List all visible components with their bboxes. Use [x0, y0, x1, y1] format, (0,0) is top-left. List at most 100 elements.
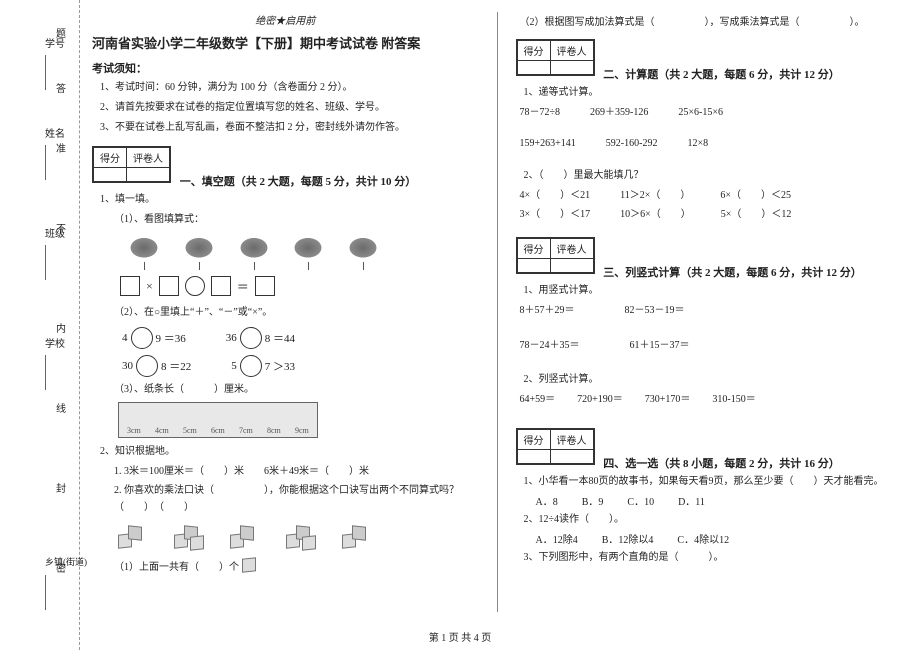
- score-cell[interactable]: [94, 168, 127, 182]
- fill-expr: 3×（ ）＜17: [520, 206, 591, 223]
- choice[interactable]: C．4除以12: [677, 531, 729, 546]
- instruction-1: 1、考试时间：60 分钟，满分为 100 分（含卷面分 2 分）。: [100, 80, 479, 96]
- vert-expr: 78－24＋35＝: [520, 337, 580, 354]
- fill-expr: 11＞2×（ ）: [620, 187, 690, 204]
- choose-q3: 3、下列图形中，有两个直角的是（ ）。: [524, 550, 903, 566]
- fill-expr: 5×（ ）＜12: [721, 206, 792, 223]
- choice[interactable]: C．10: [627, 493, 654, 508]
- ruler-mark: 5cm: [183, 426, 197, 435]
- grader-cell[interactable]: [550, 61, 593, 75]
- operator-blank[interactable]: [240, 327, 262, 349]
- choice[interactable]: B．9: [582, 493, 604, 508]
- ruler-mark: 8cm: [267, 426, 281, 435]
- eq-lhs: 5: [231, 360, 237, 372]
- field-line: [45, 355, 46, 390]
- cubes-illustration: [118, 522, 479, 552]
- fill-row: 4×（ ）＜21 11＞2×（ ） 6×（ ）＜25: [520, 187, 903, 204]
- grader-label: 评卷人: [550, 41, 593, 61]
- score-cell[interactable]: [517, 450, 550, 464]
- grader-label: 评卷人: [550, 430, 593, 450]
- blank-circle[interactable]: [185, 276, 205, 296]
- vert-expr: 61＋15－37＝: [630, 337, 690, 354]
- calc-expr: 592-160-292: [606, 135, 658, 152]
- q1-choices: A．8 B．9 C．10 D．11: [536, 493, 903, 508]
- eq-rhs: 8 ＝44: [265, 330, 295, 346]
- q2-item-1: 1. 3米＝100厘米＝（ ）米 6米＋49米＝（ ）米: [114, 463, 479, 480]
- q2-item-2: 2. 你喜欢的乘法口诀（ ），你能根据这个口诀写出两个不同算式吗？（ ） （ ）: [114, 482, 479, 516]
- cube-group: [230, 522, 268, 552]
- q2-choices: A．12除4 B．12除以4 C．4除以12: [536, 531, 903, 546]
- field-line: [45, 575, 46, 610]
- right-top-line: （2）根据图写成加法算式是（ ），写成乘法算式是（ ）。: [520, 14, 903, 31]
- fill-expr: 6×（ ）＜25: [720, 187, 791, 204]
- leaf-icon: [230, 232, 278, 267]
- section-2-heading: 二、计算题（共 2 大题，每题 6 分，共计 12 分）: [603, 69, 840, 81]
- calc-expr: 25×6-15×6: [678, 104, 723, 121]
- field-label-name: 姓名: [45, 125, 65, 140]
- eq-rhs: 8 ＝22: [161, 358, 191, 374]
- score-cell[interactable]: [517, 259, 550, 273]
- field-label-school: 学校: [45, 335, 65, 350]
- eq-rhs: 9 ＝36: [156, 330, 186, 346]
- vert-expr: 8＋57＋29＝: [520, 302, 575, 319]
- field-line: [45, 145, 46, 180]
- operator-blank[interactable]: [240, 355, 262, 377]
- eq-rhs: 7 ＞33: [265, 358, 295, 374]
- fill-expr: 4×（ ）＜21: [520, 187, 591, 204]
- blank-square[interactable]: [211, 276, 231, 296]
- section-1-heading: 一、填空题（共 2 大题，每题 5 分，共计 10 分）: [180, 176, 417, 188]
- fill-expr: 10＞6×（ ）: [620, 206, 691, 223]
- seal-char: 答: [56, 80, 66, 95]
- blank-square[interactable]: [159, 276, 179, 296]
- seal-char: 准: [56, 140, 66, 155]
- choose-q2: 2、12÷4读作（ ）。: [524, 512, 903, 528]
- cube-group: [118, 522, 156, 552]
- cubes-text: （1）上面一共有（ ）个: [114, 562, 239, 573]
- choice[interactable]: A．12除4: [536, 531, 578, 546]
- leaf-icon: [284, 232, 332, 267]
- calc-row: 159+263+141 592-160-292 12×8: [520, 135, 903, 152]
- grader-cell[interactable]: [550, 450, 593, 464]
- grader-cell[interactable]: [127, 168, 170, 182]
- score-label: 得分: [517, 41, 550, 61]
- q1-sub2: （2）、在○里填上“＋”、“－”或“×”。: [114, 304, 479, 321]
- column-divider: [497, 12, 498, 612]
- calc-stem-1: 1、递等式计算。: [524, 85, 903, 101]
- seal-char: 线: [56, 400, 66, 415]
- score-cell[interactable]: [517, 61, 550, 75]
- right-column: （2）根据图写成加法算式是（ ），写成乘法算式是（ ）。 得分评卷人 二、计算题…: [516, 12, 903, 612]
- score-label: 得分: [94, 148, 127, 168]
- operator-blank[interactable]: [131, 327, 153, 349]
- leaf-icon: [339, 232, 387, 267]
- blank-square[interactable]: [255, 276, 275, 296]
- cube-group: [286, 522, 324, 552]
- operator-blank[interactable]: [136, 355, 158, 377]
- score-box: 得分评卷人: [516, 428, 595, 465]
- grader-label: 评卷人: [550, 239, 593, 259]
- page-title: 河南省实验小学二年级数学【下册】期中考试试卷 附答案: [92, 33, 479, 52]
- ruler-mark: 7cm: [239, 426, 253, 435]
- choice[interactable]: D．11: [678, 493, 705, 508]
- cube-icon: [242, 557, 256, 572]
- vert-expr: 720+190＝: [577, 391, 623, 408]
- choice[interactable]: B．12除以4: [602, 531, 654, 546]
- cube-group: [342, 522, 380, 552]
- calc-expr: 159+263+141: [520, 135, 576, 152]
- calc-expr: 12×8: [687, 135, 708, 152]
- grader-cell[interactable]: [550, 259, 593, 273]
- blank-square[interactable]: [120, 276, 140, 296]
- score-label: 得分: [517, 239, 550, 259]
- calc-row: 78－72÷8 269＋359-126 25×6-15×6: [520, 104, 903, 121]
- vert-expr: 730+170＝: [645, 391, 691, 408]
- cube-group: [174, 522, 212, 552]
- leaf-icon: [175, 232, 223, 267]
- instruction-2: 2、请首先按要求在试卷的指定位置填写您的姓名、班级、学号。: [100, 100, 479, 116]
- seal-char: 不: [56, 220, 66, 235]
- seal-char: 封: [56, 480, 66, 495]
- field-line: [45, 245, 46, 280]
- fill-row: 3×（ ）＜17 10＞6×（ ） 5×（ ）＜12: [520, 206, 903, 223]
- fill-equation: × ＝: [120, 276, 479, 296]
- binding-margin: 学号 姓名 班级 学校 乡镇(街道) 题 答 准 不 内 线 封 密: [0, 0, 80, 650]
- page-content: 绝密★启用前 河南省实验小学二年级数学【下册】期中考试试卷 附答案 考试须知： …: [92, 12, 902, 612]
- choice[interactable]: A．8: [536, 493, 558, 508]
